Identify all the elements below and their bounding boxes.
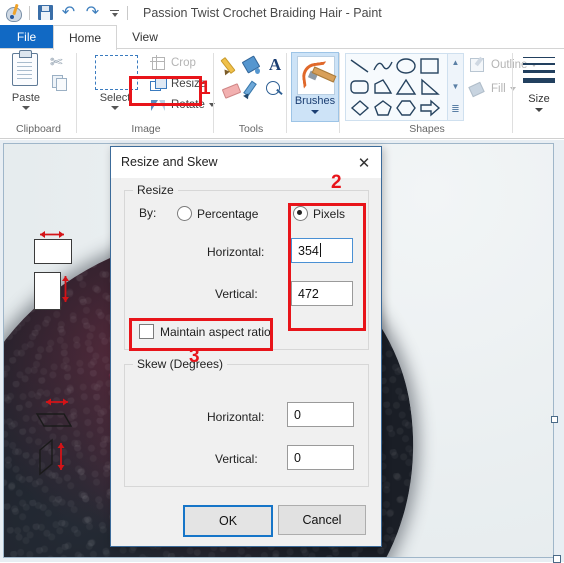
ribbon-group-brushes: Brushes xyxy=(288,49,340,138)
outline-pen-icon xyxy=(469,56,487,73)
paint-application-window: ↶ ↷ Passion Twist Crochet Braiding Hair … xyxy=(0,0,564,563)
pentagon-shape-icon[interactable] xyxy=(372,99,394,117)
group-label-shapes: Shapes xyxy=(409,123,445,135)
pencil-icon[interactable] xyxy=(220,55,243,77)
fill-label: Fill xyxy=(491,83,506,95)
title-bar: ↶ ↷ Passion Twist Crochet Braiding Hair … xyxy=(0,0,564,25)
redo-arrow-icon[interactable]: ↷ xyxy=(84,4,101,21)
skew-vertical-label: Vertical: xyxy=(215,452,258,466)
group-label-tools: Tools xyxy=(238,123,264,135)
skew-horizontal-label: Horizontal: xyxy=(207,410,265,424)
radio-circle-icon xyxy=(177,206,192,221)
chevron-down-icon[interactable] xyxy=(111,106,119,110)
tab-view[interactable]: View xyxy=(115,25,175,49)
divider xyxy=(127,5,128,20)
annotation-box-pixels xyxy=(288,203,366,331)
tab-file[interactable]: File xyxy=(0,25,53,49)
curve-shape-icon[interactable] xyxy=(372,57,394,75)
paint-palette-icon xyxy=(5,3,23,22)
shape-gallery-scrollbar[interactable]: ▲ ▼ ≣ xyxy=(447,53,464,121)
chevron-down-icon[interactable] xyxy=(22,106,30,110)
horizontal-skew-icon xyxy=(34,396,76,437)
brushes-button[interactable]: Brushes xyxy=(291,52,339,122)
resize-horizontal-label: Horizontal: xyxy=(207,245,265,259)
scroll-more-icon[interactable]: ≣ xyxy=(448,104,463,115)
text-a-icon[interactable]: A xyxy=(264,55,286,77)
line-thickness-icon[interactable] xyxy=(523,57,555,88)
ribbon-group-size: Size xyxy=(514,49,564,138)
triangle-shape-icon[interactable] xyxy=(395,78,417,96)
customize-quick-access-icon[interactable] xyxy=(109,6,121,20)
ribbon-group-shapes: ▲ ▼ ≣ Outline Fill Shapes xyxy=(341,49,538,138)
right-triangle-shape-icon[interactable] xyxy=(419,78,441,96)
close-icon[interactable]: ✕ xyxy=(347,147,381,178)
ribbon-group-tools: A Tools xyxy=(215,49,287,138)
annotation-box-resize xyxy=(129,76,202,106)
ok-button[interactable]: OK xyxy=(183,505,273,537)
group-label-clipboard: Clipboard xyxy=(16,123,61,135)
crop-label: Crop xyxy=(171,57,196,69)
brushes-label: Brushes xyxy=(294,95,336,107)
crop-icon xyxy=(150,54,167,71)
paintbrush-icon xyxy=(297,56,337,95)
fill-shape-icon xyxy=(468,81,487,98)
annotation-number-1: 1 xyxy=(200,78,211,99)
ribbon-tab-strip: File Home View xyxy=(0,25,564,51)
resize-vertical-label: Vertical: xyxy=(215,287,258,301)
paste-button[interactable] xyxy=(5,50,47,91)
annotation-number-3: 3 xyxy=(189,346,200,367)
by-label: By: xyxy=(139,206,157,220)
paste-label: Paste xyxy=(11,92,41,104)
oval-shape-icon[interactable] xyxy=(395,57,417,75)
clipboard-icon xyxy=(12,50,38,86)
resize-legend: Resize xyxy=(133,183,178,197)
hexagon-shape-icon[interactable] xyxy=(395,99,417,117)
skew-legend: Skew (Degrees) xyxy=(133,357,228,371)
magnifier-icon[interactable] xyxy=(264,79,286,101)
ribbon: Paste ✄ Clipboard Select Crop Resize Rot… xyxy=(0,49,564,139)
crop-button[interactable]: Crop xyxy=(150,54,196,72)
polygon-shape-icon[interactable] xyxy=(372,78,394,96)
percentage-radio[interactable]: Percentage xyxy=(177,206,258,221)
dialog-title: Resize and Skew xyxy=(121,155,218,169)
fill-bucket-icon[interactable] xyxy=(241,55,264,77)
right-arrow-shape-icon[interactable] xyxy=(419,99,441,117)
vertical-skew-icon xyxy=(34,438,76,481)
group-label-image: Image xyxy=(131,123,161,135)
chevron-down-icon[interactable] xyxy=(535,108,543,112)
rounded-rectangle-shape-icon[interactable] xyxy=(349,78,371,96)
rectangle-shape-icon[interactable] xyxy=(419,57,441,75)
undo-arrow-icon[interactable]: ↶ xyxy=(60,4,77,21)
annotation-box-maintain-aspect xyxy=(129,318,273,351)
save-icon[interactable] xyxy=(38,5,53,20)
percentage-label: Percentage xyxy=(197,206,259,221)
divider xyxy=(29,5,30,20)
ribbon-group-clipboard: Paste ✄ Clipboard xyxy=(0,49,77,138)
right-upper-handle[interactable] xyxy=(551,416,558,423)
fill-shape-button[interactable]: Fill xyxy=(468,81,516,98)
diamond-shape-icon[interactable] xyxy=(349,99,371,117)
tab-home[interactable]: Home xyxy=(53,25,117,51)
annotation-number-2: 2 xyxy=(331,172,342,193)
skew-horizontal-input[interactable]: 0 xyxy=(287,402,354,427)
size-label: Size xyxy=(528,93,550,105)
color-picker-icon[interactable] xyxy=(242,80,264,102)
cancel-button[interactable]: Cancel xyxy=(278,505,366,535)
scroll-down-icon[interactable]: ▼ xyxy=(448,82,463,91)
scroll-up-icon[interactable]: ▲ xyxy=(448,58,463,67)
scissors-icon[interactable]: ✄ xyxy=(50,53,63,71)
line-shape-icon[interactable] xyxy=(349,57,371,75)
skew-vertical-input[interactable]: 0 xyxy=(287,445,354,470)
shape-gallery[interactable] xyxy=(345,53,449,121)
window-title: Passion Twist Crochet Braiding Hair - Pa… xyxy=(143,5,382,20)
chevron-down-icon[interactable] xyxy=(311,110,319,114)
eraser-icon[interactable] xyxy=(221,80,243,102)
copy-icon[interactable] xyxy=(52,75,67,91)
